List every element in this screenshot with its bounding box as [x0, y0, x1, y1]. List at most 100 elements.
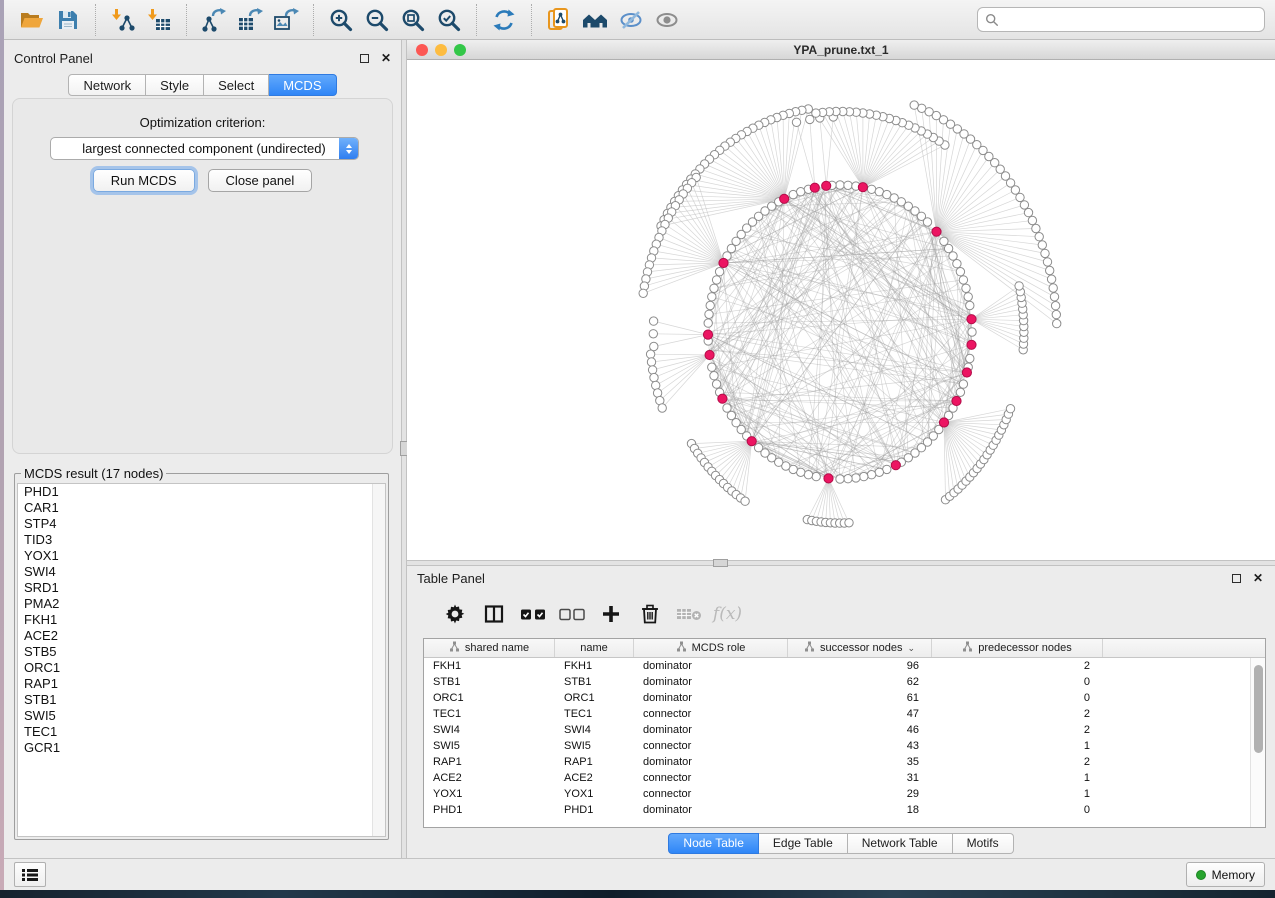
- zoom-window-button[interactable]: [454, 44, 466, 56]
- show-all-panels-button[interactable]: [577, 3, 613, 37]
- table-cell[interactable]: dominator: [634, 676, 788, 688]
- tab-network-table[interactable]: Network Table: [848, 833, 953, 854]
- tab-mcds[interactable]: MCDS: [269, 74, 336, 96]
- mcds-result-item[interactable]: TID3: [18, 532, 385, 548]
- table-cell[interactable]: ORC1: [424, 692, 555, 704]
- run-mcds-button[interactable]: Run MCDS: [93, 169, 195, 192]
- mcds-result-item[interactable]: SWI4: [18, 564, 385, 580]
- table-row[interactable]: STB1STB1dominator620: [424, 674, 1265, 690]
- mcds-result-item[interactable]: SWI5: [18, 708, 385, 724]
- column-header-successor-nodes[interactable]: successor nodes⌄: [788, 639, 932, 657]
- table-cell[interactable]: 43: [788, 740, 932, 752]
- export-image-button[interactable]: [268, 3, 304, 37]
- select-all-columns-button[interactable]: [513, 596, 552, 632]
- table-cell[interactable]: YOX1: [555, 788, 634, 800]
- table-cell[interactable]: 18: [788, 804, 932, 816]
- zoom-out-button[interactable]: [359, 3, 395, 37]
- table-row[interactable]: RAP1RAP1dominator352: [424, 754, 1265, 770]
- mcds-result-item[interactable]: PHD1: [18, 484, 385, 500]
- mcds-result-item[interactable]: STB1: [18, 692, 385, 708]
- table-cell[interactable]: ORC1: [555, 692, 634, 704]
- criterion-dropdown[interactable]: largest connected component (undirected): [50, 137, 359, 160]
- table-cell[interactable]: SWI4: [424, 724, 555, 736]
- table-settings-button[interactable]: [435, 596, 474, 632]
- table-row[interactable]: TEC1TEC1connector472: [424, 706, 1265, 722]
- new-network-from-selection-button[interactable]: [541, 3, 577, 37]
- table-row[interactable]: ACE2ACE2connector311: [424, 770, 1265, 786]
- float-panel-icon[interactable]: [360, 54, 369, 63]
- close-panel-icon[interactable]: ✕: [381, 52, 391, 64]
- table-cell[interactable]: 1: [932, 740, 1103, 752]
- mcds-result-item[interactable]: YOX1: [18, 548, 385, 564]
- zoom-in-button[interactable]: [323, 3, 359, 37]
- table-row[interactable]: SWI5SWI5connector431: [424, 738, 1265, 754]
- tab-style[interactable]: Style: [146, 74, 204, 96]
- column-header-predecessor-nodes[interactable]: predecessor nodes: [932, 639, 1103, 657]
- column-header-mcds-role[interactable]: MCDS role: [634, 639, 788, 657]
- tab-edge-table[interactable]: Edge Table: [759, 833, 848, 854]
- export-table-button[interactable]: [232, 3, 268, 37]
- float-panel-icon[interactable]: [1232, 574, 1241, 583]
- table-cell[interactable]: SWI5: [555, 740, 634, 752]
- mcds-result-item[interactable]: FKH1: [18, 612, 385, 628]
- table-cell[interactable]: 61: [788, 692, 932, 704]
- table-cell[interactable]: 2: [932, 724, 1103, 736]
- import-table-button[interactable]: [141, 3, 177, 37]
- table-cell[interactable]: 29: [788, 788, 932, 800]
- table-cell[interactable]: connector: [634, 708, 788, 720]
- mcds-result-item[interactable]: PMA2: [18, 596, 385, 612]
- column-header-name[interactable]: name: [555, 639, 634, 657]
- save-session-button[interactable]: [50, 3, 86, 37]
- column-header-shared-name[interactable]: shared name: [424, 639, 555, 657]
- table-cell[interactable]: STB1: [555, 676, 634, 688]
- table-cell[interactable]: dominator: [634, 756, 788, 768]
- mcds-result-item[interactable]: GCR1: [18, 740, 385, 756]
- table-cell[interactable]: RAP1: [424, 756, 555, 768]
- table-cell[interactable]: 1: [932, 788, 1103, 800]
- table-cell[interactable]: PHD1: [424, 804, 555, 816]
- scrollbar-thumb[interactable]: [1254, 665, 1263, 753]
- table-row[interactable]: YOX1YOX1connector291: [424, 786, 1265, 802]
- table-cell[interactable]: STB1: [424, 676, 555, 688]
- table-cell[interactable]: FKH1: [424, 660, 555, 672]
- mcds-result-item[interactable]: ORC1: [18, 660, 385, 676]
- table-cell[interactable]: SWI5: [424, 740, 555, 752]
- close-panel-button[interactable]: Close panel: [208, 169, 313, 192]
- close-window-button[interactable]: [416, 44, 428, 56]
- table-cell[interactable]: YOX1: [424, 788, 555, 800]
- network-canvas[interactable]: [407, 60, 1275, 560]
- table-cell[interactable]: FKH1: [555, 660, 634, 672]
- mcds-result-list[interactable]: PHD1CAR1STP4TID3YOX1SWI4SRD1PMA2FKH1ACE2…: [17, 483, 386, 837]
- network-titlebar[interactable]: YPA_prune.txt_1: [407, 40, 1275, 60]
- mcds-result-item[interactable]: SRD1: [18, 580, 385, 596]
- mcds-result-item[interactable]: RAP1: [18, 676, 385, 692]
- table-cell[interactable]: dominator: [634, 660, 788, 672]
- memory-button[interactable]: Memory: [1186, 862, 1265, 887]
- table-cell[interactable]: 47: [788, 708, 932, 720]
- table-cell[interactable]: 31: [788, 772, 932, 784]
- table-cell[interactable]: dominator: [634, 804, 788, 816]
- open-session-button[interactable]: [14, 3, 50, 37]
- table-cell[interactable]: 0: [932, 692, 1103, 704]
- table-cell[interactable]: 1: [932, 772, 1103, 784]
- search-box[interactable]: [977, 7, 1265, 32]
- mcds-result-item[interactable]: TEC1: [18, 724, 385, 740]
- deselect-all-columns-button[interactable]: [552, 596, 591, 632]
- table-cell[interactable]: connector: [634, 740, 788, 752]
- mcds-list-scrollbar[interactable]: [372, 484, 385, 836]
- show-column-panel-button[interactable]: [474, 596, 513, 632]
- table-cell[interactable]: 2: [932, 708, 1103, 720]
- table-cell[interactable]: 2: [932, 756, 1103, 768]
- zoom-fit-button[interactable]: [395, 3, 431, 37]
- table-row[interactable]: PHD1PHD1dominator180: [424, 802, 1265, 818]
- mcds-result-item[interactable]: STP4: [18, 516, 385, 532]
- table-cell[interactable]: 62: [788, 676, 932, 688]
- table-cell[interactable]: 0: [932, 676, 1103, 688]
- table-cell[interactable]: 46: [788, 724, 932, 736]
- table-cell[interactable]: PHD1: [555, 804, 634, 816]
- table-scrollbar[interactable]: [1250, 658, 1265, 827]
- apply-layout-button[interactable]: [486, 3, 522, 37]
- table-cell[interactable]: ACE2: [555, 772, 634, 784]
- create-column-button[interactable]: [591, 596, 630, 632]
- table-row[interactable]: SWI4SWI4dominator462: [424, 722, 1265, 738]
